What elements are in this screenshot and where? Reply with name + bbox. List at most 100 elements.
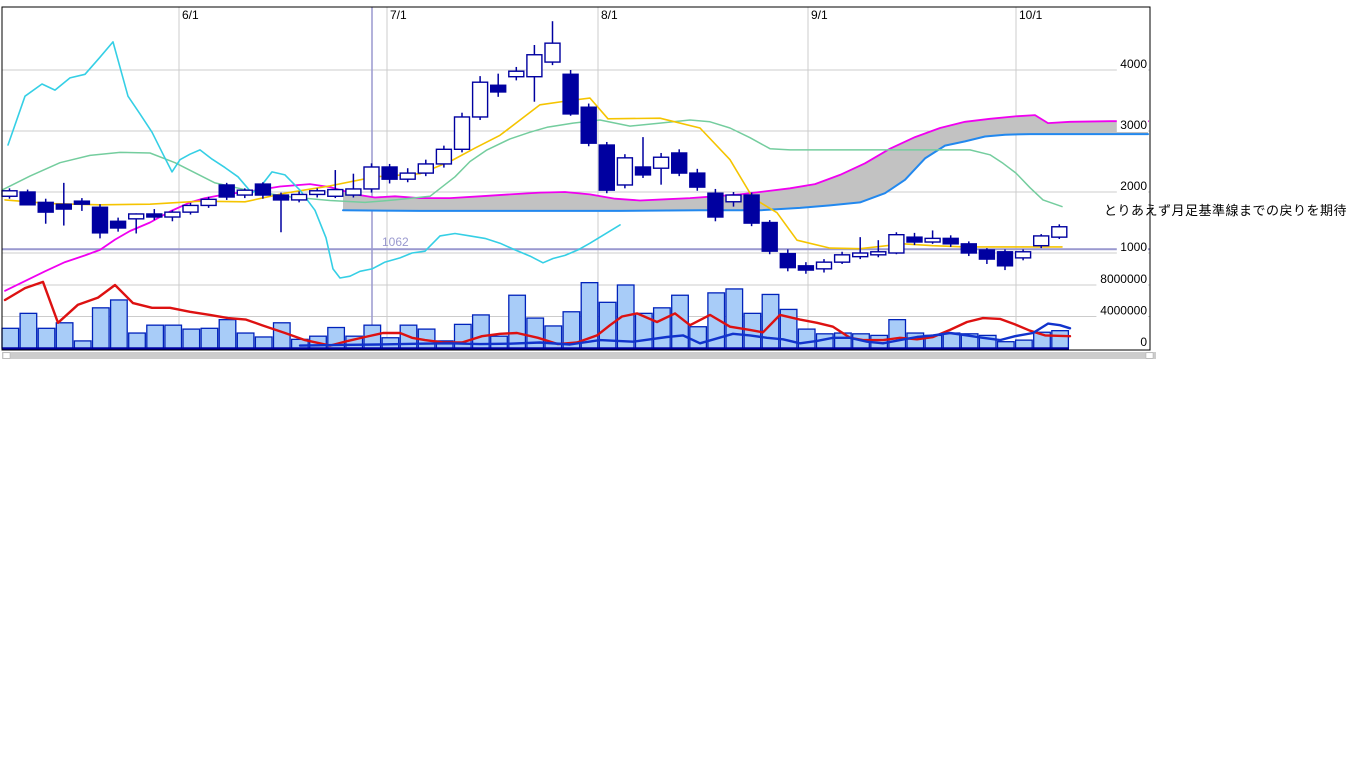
candle-body	[237, 190, 252, 195]
candle-body	[979, 250, 994, 259]
marker-value-label: 1062	[382, 235, 409, 249]
candle-body	[74, 201, 89, 204]
candle-body	[1016, 252, 1031, 258]
volume-bar	[907, 333, 924, 348]
chart-annotation-text: とりあえず月足基準線までの戻りを期待	[1104, 200, 1347, 219]
candle-body	[111, 221, 126, 228]
candle-body	[491, 85, 506, 92]
candle-body	[817, 262, 832, 269]
candle-body	[418, 164, 433, 173]
candle-body	[726, 195, 741, 202]
candle-body	[509, 71, 524, 76]
candle-body	[925, 238, 940, 242]
volume-bar	[74, 341, 91, 348]
candle-body	[56, 204, 71, 209]
candle-body	[636, 167, 651, 175]
volume-bar	[274, 323, 291, 348]
volume-bar	[2, 328, 19, 348]
volume-bar	[183, 329, 200, 348]
volume-bar	[129, 333, 146, 348]
volume-bar	[1016, 340, 1033, 348]
candle-body	[436, 149, 451, 164]
candle-body	[364, 167, 379, 189]
candle-body	[961, 244, 976, 253]
candle-body	[183, 205, 198, 212]
candle-body	[762, 223, 777, 252]
volume-bar	[382, 338, 399, 348]
candle-body	[219, 185, 234, 197]
volume-bar	[889, 320, 906, 348]
scrollbar-left-arrow[interactable]	[3, 353, 10, 359]
axis-labels: 6/17/18/19/110/1400030002000100080000004…	[182, 8, 1148, 349]
candle-body	[129, 214, 144, 219]
axis-tick-label: 2000	[1120, 179, 1147, 193]
volume-bar	[38, 328, 55, 348]
candle-body	[20, 192, 35, 205]
trading-chart-page: { "annotation": { "text": "とりあえず月足基準線までの…	[0, 0, 1366, 768]
candle-body	[780, 254, 795, 268]
candle-body	[201, 199, 216, 205]
volume-bar	[654, 308, 671, 348]
volume-bar	[491, 336, 508, 348]
axis-tick-label: 4000000	[1100, 304, 1147, 318]
stock-chart: 6/17/18/19/110/1400030002000100080000004…	[0, 0, 1366, 768]
candle-body	[310, 191, 325, 195]
candle-body	[346, 189, 361, 195]
candle-body	[255, 184, 270, 195]
candle-body	[599, 145, 614, 190]
axis-tick-label: 3000	[1120, 118, 1147, 132]
volume-bar	[509, 295, 526, 348]
volume-bar	[762, 294, 779, 348]
scrollbar	[2, 352, 1156, 359]
candle-body	[708, 193, 723, 217]
candle-body	[165, 212, 180, 217]
candle-body	[853, 253, 868, 257]
volume-bar	[998, 342, 1015, 348]
plot-border	[2, 7, 1150, 350]
volume-bar	[255, 337, 272, 348]
volume-bar	[111, 300, 128, 348]
candle-body	[1034, 236, 1049, 246]
month-label: 8/1	[601, 8, 618, 22]
volume-bar	[201, 328, 218, 348]
candle-body	[545, 43, 560, 62]
candle-body	[871, 252, 886, 255]
candle-body	[473, 82, 488, 117]
scrollbar-right-arrow[interactable]	[1146, 353, 1153, 359]
volume-bar	[835, 333, 852, 348]
candle-body	[527, 55, 542, 77]
candle-body	[147, 214, 162, 217]
axis-tick-label: 4000	[1120, 57, 1147, 71]
chart-canvas: 6/17/18/19/110/1400030002000100080000004…	[0, 0, 1366, 768]
month-label: 9/1	[811, 8, 828, 22]
axis-tick-label: 8000000	[1100, 272, 1147, 286]
candle-body	[907, 237, 922, 242]
candle-body	[1052, 227, 1067, 237]
candle-body	[382, 167, 397, 179]
candle-body	[563, 74, 578, 114]
candle-body	[93, 207, 108, 233]
gridlines	[2, 7, 1150, 350]
candle-body	[798, 266, 813, 270]
volume-bar	[943, 333, 960, 348]
volume-bar	[726, 289, 743, 348]
candle-body	[581, 107, 596, 143]
candle-body	[889, 235, 904, 253]
volume-bar	[1052, 331, 1069, 348]
axis-tick-label: 1000	[1120, 240, 1147, 254]
candle-body	[672, 153, 687, 173]
volume-bar	[237, 333, 254, 348]
volume-bar	[690, 327, 707, 348]
candle-body	[943, 238, 958, 243]
candle-body	[455, 117, 470, 149]
candle-body	[744, 195, 759, 223]
volume-bar	[165, 325, 182, 348]
candle-body	[835, 255, 850, 262]
month-label: 6/1	[182, 8, 199, 22]
candle-body	[654, 157, 669, 168]
candle-body	[38, 202, 53, 212]
candle-body	[617, 158, 632, 185]
scrollbar-track[interactable]	[2, 352, 1156, 359]
volume-bar	[798, 329, 815, 348]
candle-body	[2, 191, 17, 196]
